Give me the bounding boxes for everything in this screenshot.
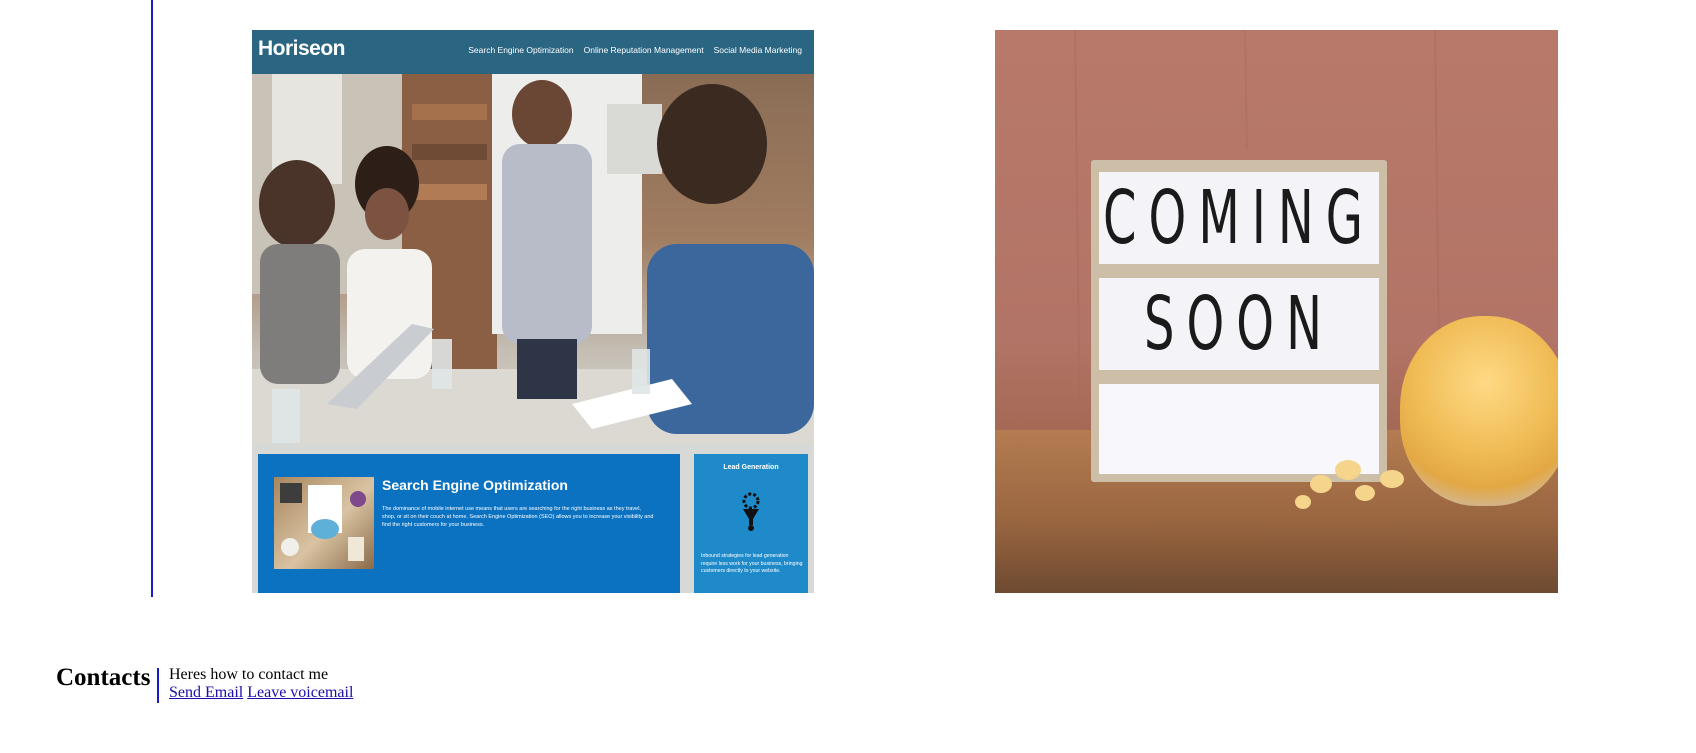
popcorn-piece	[1335, 460, 1361, 480]
horiseon-header: Horiseon Search Engine Optimization Onli…	[252, 30, 814, 74]
seo-card-text: The dominance of mobile internet use mea…	[382, 506, 654, 528]
send-email-link[interactable]: Send Email	[169, 684, 243, 701]
portfolio-border	[151, 0, 153, 597]
team-meeting-illustration	[252, 74, 814, 443]
lead-card-text: Inbound strategies for lead generation r…	[701, 553, 803, 575]
soon-text: SOON	[1144, 280, 1334, 368]
lead-card-title: Lead Generation	[723, 464, 779, 471]
leave-voicemail-link[interactable]: Leave voicemail	[247, 684, 353, 701]
contacts-links: Send Email Leave voicemail	[169, 684, 353, 702]
lightbox-row-1: COMING	[1099, 172, 1379, 264]
horiseon-nav: Search Engine Optimization Online Reputa…	[468, 45, 802, 55]
contacts-intro: Heres how to contact me	[169, 666, 329, 683]
popcorn-piece	[1295, 495, 1311, 509]
popcorn-piece	[1380, 470, 1404, 488]
horiseon-seo-card: Search Engine Optimization The dominance…	[258, 454, 680, 593]
contacts-divider	[157, 668, 159, 703]
project-image-coming-soon[interactable]: COMING SOON	[995, 30, 1558, 593]
horiseon-logo: Horiseon	[258, 37, 346, 60]
popcorn-piece	[1355, 485, 1375, 501]
lead-funnel-icon	[742, 492, 760, 531]
coming-text: COMING	[1103, 174, 1375, 262]
seo-thumbnail-image	[274, 477, 374, 569]
popcorn-piece	[1310, 475, 1332, 493]
lightbox-row-2: SOON	[1099, 278, 1379, 370]
horiseon-lead-card: Lead Generation Inbound strategies for l…	[694, 454, 808, 593]
seo-card-title: Search Engine Optimization	[382, 477, 568, 493]
horiseon-nav-item: Social Media Marketing	[713, 45, 802, 55]
project-image-horiseon[interactable]: Horiseon Search Engine Optimization Onli…	[252, 30, 814, 593]
popcorn-bowl	[1400, 316, 1558, 506]
horiseon-nav-item: Online Reputation Management	[583, 45, 704, 55]
lightbox-sign: COMING SOON	[1091, 160, 1387, 482]
contacts-heading: Contacts	[56, 664, 151, 691]
lightbox-row-3	[1099, 384, 1379, 474]
horiseon-nav-item: Search Engine Optimization	[468, 45, 574, 55]
horiseon-hero-photo	[252, 74, 814, 443]
contacts-body: Heres how to contact me Send Email Leave…	[169, 666, 353, 702]
